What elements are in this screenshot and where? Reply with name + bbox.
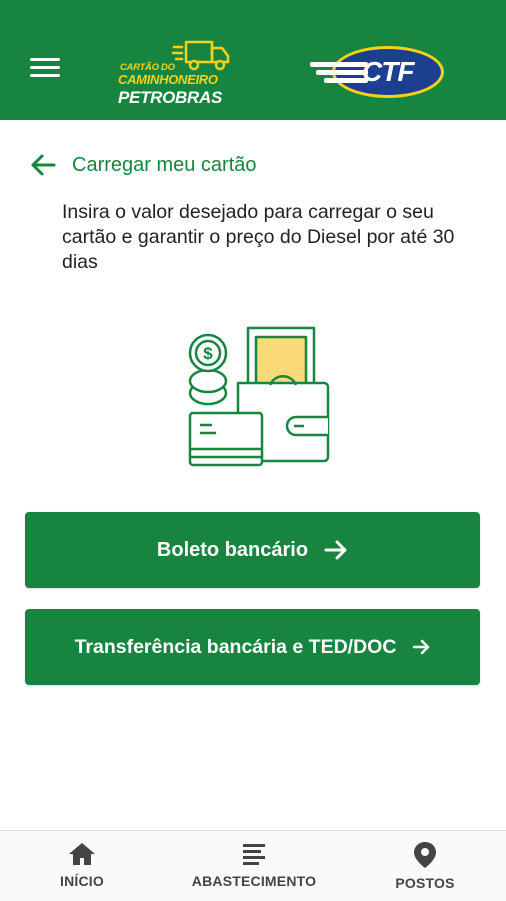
arrow-left-icon[interactable] (30, 154, 56, 176)
nav-item-inicio[interactable]: INÍCIO (52, 841, 112, 889)
map-pin-icon (414, 842, 436, 868)
brand-line-3: PETROBRAS (118, 88, 223, 107)
svg-text:$: $ (203, 344, 213, 363)
cartao-caminhoneiro-logo: CARTÃO DO CAMINHONEIRO PETROBRAS (112, 38, 242, 110)
bottom-navigation: INÍCIO ABASTECIMENTO POSTOS (0, 830, 506, 901)
arrow-right-icon (412, 639, 430, 655)
nav-label-postos: POSTOS (395, 875, 455, 891)
wallet-coins-illustration: $ (186, 325, 332, 475)
ted-button-label: Transferência bancária e TED/DOC (74, 635, 397, 658)
ctf-logo-text: CTF (362, 56, 414, 87)
nav-item-postos[interactable]: POSTOS (382, 841, 468, 891)
home-icon (69, 843, 95, 865)
boleto-bancario-button[interactable]: Boleto bancário (25, 512, 480, 588)
list-icon (243, 844, 265, 865)
nav-label-abastecimento: ABASTECIMENTO (191, 873, 317, 889)
back-navigation[interactable]: Carregar meu cartão (30, 150, 257, 180)
ctf-logo: CTF (310, 44, 450, 104)
nav-label-inicio: INÍCIO (60, 873, 104, 889)
page-title: Carregar meu cartão (72, 153, 257, 176)
nav-item-abastecimento[interactable]: ABASTECIMENTO (176, 841, 332, 889)
hamburger-menu-icon[interactable] (30, 58, 62, 82)
brand-line-2: CAMINHONEIRO (118, 72, 218, 87)
transferencia-ted-doc-button[interactable]: Transferência bancária e TED/DOC (25, 609, 480, 685)
app-header: CARTÃO DO CAMINHONEIRO PETROBRAS CTF (0, 0, 506, 120)
truck-icon (172, 40, 230, 71)
boleto-button-label: Boleto bancário (156, 538, 309, 561)
page-description: Insira o valor desejado para carregar o … (62, 201, 455, 273)
arrow-right-icon (324, 540, 348, 560)
